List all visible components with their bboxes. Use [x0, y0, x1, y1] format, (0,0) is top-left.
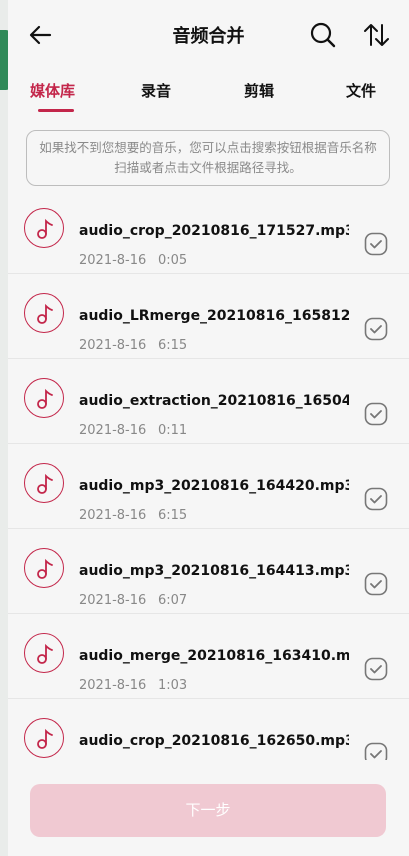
music-note-icon — [24, 208, 64, 248]
checkbox-check-icon — [364, 657, 388, 681]
search-icon — [310, 22, 336, 48]
music-note-icon — [24, 718, 64, 758]
active-tab-indicator — [38, 109, 74, 112]
music-note-icon — [24, 548, 64, 588]
sort-button[interactable] — [360, 20, 394, 50]
file-name: audio_LRmerge_20210816_165812.... — [79, 308, 349, 324]
select-checkbox[interactable] — [364, 572, 388, 596]
music-note-icon — [24, 378, 64, 418]
file-date: 2021-8-16 — [79, 678, 147, 693]
checkbox-check-icon — [364, 402, 388, 426]
select-checkbox[interactable] — [364, 657, 388, 681]
audio-file-row[interactable]: audio_extraction_20210816_165045.... 2021… — [8, 358, 409, 444]
file-duration: 6:15 — [158, 508, 188, 523]
sort-arrows-icon — [364, 24, 389, 46]
file-name: audio_merge_20210816_163410.mp3 — [79, 648, 349, 664]
checkbox-check-icon — [364, 232, 388, 256]
tab-bar: 媒体库 录音 剪辑 文件 — [8, 76, 409, 116]
file-date: 2021-8-16 — [79, 508, 147, 523]
audio-file-row[interactable]: audio_LRmerge_20210816_165812.... 2021-8-… — [8, 273, 409, 359]
next-step-button[interactable]: 下一步 — [30, 784, 386, 837]
select-checkbox[interactable] — [364, 402, 388, 426]
search-button[interactable] — [308, 20, 338, 50]
audio-file-row[interactable]: audio_crop_20210816_162650.mp32021-8-160… — [8, 698, 409, 766]
select-checkbox[interactable] — [364, 317, 388, 341]
select-checkbox[interactable] — [364, 232, 388, 256]
audio-file-row[interactable]: audio_mp3_20210816_164413.mp3 2021-8-16 6:… — [8, 528, 409, 614]
select-checkbox[interactable] — [364, 487, 388, 511]
audio-merge-sheet: 音频合并 媒体库 录音 剪辑 文件 如果找不到您想要的音乐，您可以点击搜索按钮根… — [8, 0, 409, 856]
music-note-icon — [24, 633, 64, 673]
file-name: audio_mp3_20210816_164420.mp3 — [79, 478, 349, 494]
file-date: 2021-8-16 — [79, 253, 147, 268]
tab-edit[interactable]: 剪辑 — [244, 80, 274, 101]
music-note-icon — [24, 293, 64, 333]
file-name: audio_extraction_20210816_165045.... — [79, 393, 349, 409]
tab-recording[interactable]: 录音 — [141, 80, 171, 101]
tab-media-library[interactable]: 媒体库 — [30, 80, 75, 101]
file-duration: 0:05 — [158, 253, 188, 268]
file-duration: 0:11 — [158, 423, 188, 438]
page-title: 音频合并 — [172, 26, 245, 47]
audio-file-row[interactable]: audio_merge_20210816_163410.mp3 2021-8-16… — [8, 613, 409, 699]
file-duration: 6:15 — [158, 338, 188, 353]
file-name: audio_crop_20210816_162650.mp3 — [79, 733, 349, 749]
audio-file-row[interactable]: audio_mp3_20210816_164420.mp3 2021-8-16 6:… — [8, 443, 409, 529]
hint-notice: 如果找不到您想要的音乐，您可以点击搜索按钮根据音乐名称扫描或者点击文件根据路径寻… — [26, 130, 390, 186]
music-note-icon — [24, 463, 64, 503]
file-name: audio_crop_20210816_171527.mp3 — [79, 223, 349, 239]
file-name: audio_mp3_20210816_164413.mp3 — [79, 563, 349, 579]
file-duration: 6:07 — [158, 593, 188, 608]
file-date: 2021-8-16 — [79, 593, 147, 608]
header: 音频合并 — [8, 0, 409, 70]
audio-file-list: audio_crop_20210816_171527.mp3 2021-8-16 0… — [8, 188, 409, 766]
audio-file-row[interactable]: audio_crop_20210816_171527.mp3 2021-8-16 0… — [8, 188, 409, 274]
tab-files[interactable]: 文件 — [346, 80, 376, 101]
checkbox-check-icon — [364, 572, 388, 596]
file-date: 2021-8-16 — [79, 423, 147, 438]
file-duration: 1:03 — [158, 678, 188, 693]
file-date: 2021-8-16 — [79, 338, 147, 353]
checkbox-check-icon — [364, 487, 388, 511]
checkbox-check-icon — [364, 317, 388, 341]
